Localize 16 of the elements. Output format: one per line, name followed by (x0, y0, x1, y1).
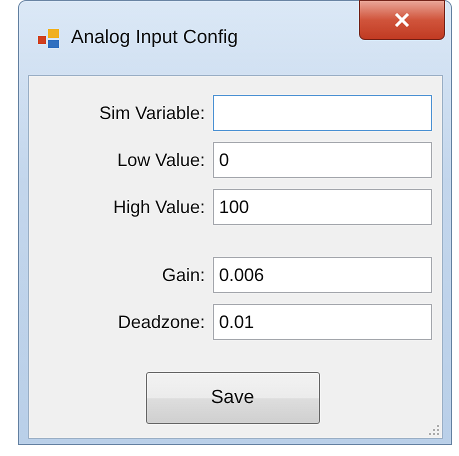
field-label: High Value: (112, 196, 205, 218)
close-icon (394, 13, 410, 27)
save-button[interactable]: Save (146, 372, 320, 424)
window-title: Analog Input Config (71, 27, 238, 49)
input-field[interactable]: 0 (213, 142, 432, 178)
input-field[interactable] (213, 95, 432, 131)
field-label: Deadzone: (116, 312, 205, 332)
input-field[interactable]: 0.006 (213, 257, 432, 293)
input-field[interactable]: 100 (213, 189, 432, 225)
field-label: Low Value: (116, 150, 205, 170)
close-button[interactable] (359, 0, 445, 40)
app-icon (37, 27, 61, 49)
field-label: Gain: (160, 264, 205, 286)
resize-grip-icon[interactable] (428, 424, 440, 436)
field-label: Sim Variable: (98, 102, 205, 124)
input-field[interactable]: 0.01 (213, 304, 432, 340)
